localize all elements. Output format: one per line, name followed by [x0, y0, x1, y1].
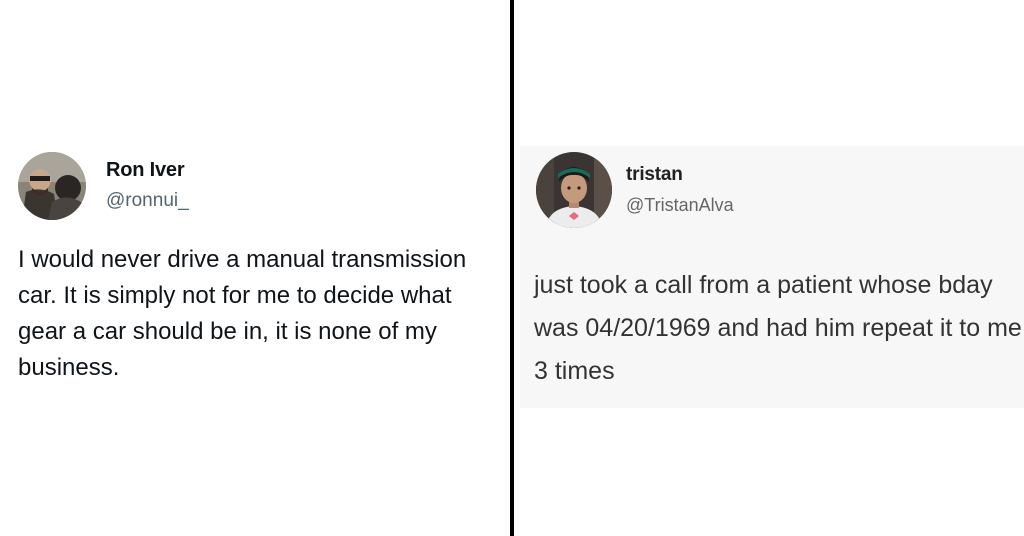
avatar-photo-icon	[536, 152, 612, 228]
tweet-card-ron-iver[interactable]: Ron Iver @ronnui_ I would never drive a …	[18, 152, 498, 386]
tweet-text: just took a call from a patient whose bd…	[534, 271, 1022, 385]
user-handle[interactable]: @ronnui_	[106, 188, 189, 214]
avatar-ron-iver[interactable]	[18, 152, 86, 220]
tweet-author-row: Ron Iver @ronnui_	[18, 152, 498, 220]
tweet-author-row: tristan @TristanAlva	[536, 152, 734, 228]
tweet-card-tristan[interactable]: tristan @TristanAlva just took a call fr…	[520, 146, 1024, 408]
author-names: tristan @TristanAlva	[626, 163, 734, 217]
display-name[interactable]: tristan	[626, 163, 734, 187]
tweet-text: I would never drive a manual transmissio…	[18, 246, 467, 381]
author-names: Ron Iver @ronnui_	[106, 158, 189, 214]
avatar-photo-icon	[18, 152, 86, 220]
avatar-tristan[interactable]	[536, 152, 612, 228]
left-panel: Ron Iver @ronnui_ I would never drive a …	[0, 0, 510, 536]
display-name[interactable]: Ron Iver	[106, 158, 189, 182]
right-panel: tristan @TristanAlva just took a call fr…	[514, 0, 1024, 536]
user-handle[interactable]: @TristanAlva	[626, 193, 734, 217]
